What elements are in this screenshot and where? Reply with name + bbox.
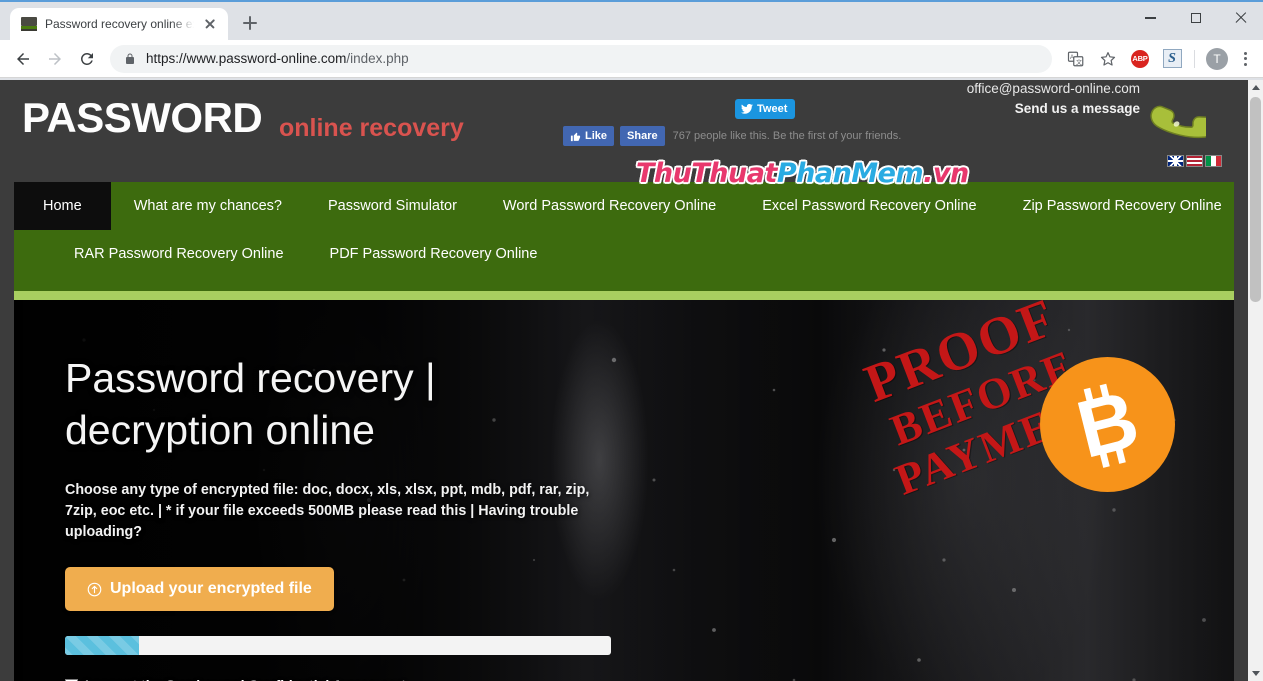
scroll-up-arrow-icon[interactable]	[1248, 80, 1263, 95]
phone-icon	[1148, 93, 1216, 145]
profile-avatar[interactable]: T	[1203, 45, 1231, 73]
kebab-menu-icon[interactable]	[1235, 48, 1255, 70]
contact-email[interactable]: office@password-online.com	[967, 81, 1140, 96]
window-controls	[1128, 2, 1263, 34]
bitcoin-logo-icon: B	[1040, 357, 1175, 492]
close-tab-icon[interactable]	[202, 16, 218, 32]
main-navigation: Home What are my chances? Password Simul…	[14, 182, 1234, 300]
nav-item-pdf-password-recovery[interactable]: PDF Password Recovery Online	[307, 230, 561, 278]
upload-progress-fill	[65, 636, 139, 656]
extension-label: S	[1162, 49, 1182, 68]
page-scrollbar[interactable]	[1248, 80, 1263, 681]
tab-strip: Password recovery online excel, w	[0, 2, 264, 40]
back-icon[interactable]	[8, 44, 38, 74]
toolbar-icons: A 文 ABP S T	[1062, 45, 1255, 73]
minimize-button[interactable]	[1128, 2, 1173, 34]
site-logo-main[interactable]: PASSWORD	[22, 94, 263, 142]
watermark-part-3: .vn	[923, 158, 969, 189]
nav-item-zip-password-recovery[interactable]: Zip Password Recovery Online	[1000, 182, 1245, 230]
address-bar[interactable]: https://www.password-online.com/index.ph…	[110, 44, 1052, 73]
upload-button-label: Upload your encrypted file	[110, 580, 312, 598]
browser-window: Password recovery online excel, w	[0, 0, 1263, 681]
hero-title-line-1: Password recovery |	[65, 355, 436, 401]
tweet-label: Tweet	[757, 103, 788, 115]
adblock-label: ABP	[1131, 49, 1149, 68]
twitter-bird-icon	[741, 104, 753, 114]
flag-en-us-icon[interactable]	[1186, 155, 1203, 167]
contact-info: office@password-online.com Send us a mes…	[967, 80, 1140, 116]
nav-item-word-password-recovery[interactable]: Word Password Recovery Online	[480, 182, 739, 230]
nav-row-1: Home What are my chances? Password Simul…	[14, 182, 1234, 230]
new-tab-button[interactable]	[236, 9, 264, 37]
svg-text:A: A	[1070, 55, 1074, 61]
browser-titlebar: Password recovery online excel, w	[0, 0, 1263, 40]
page-viewport: PASSWORD online recovery Tweet Like Shar…	[0, 80, 1263, 681]
url-text: https://www.password-online.com/index.ph…	[146, 51, 409, 66]
accept-agreement-row[interactable]: I accept the Service and Confidential Ag…	[65, 677, 665, 681]
upload-encrypted-file-button[interactable]: Upload your encrypted file	[65, 567, 334, 612]
watermark-part-1: ThuThuat	[636, 158, 777, 189]
thumbs-up-icon	[570, 132, 581, 141]
flag-it-icon[interactable]	[1205, 155, 1222, 167]
facebook-like-button[interactable]: Like	[563, 126, 615, 146]
facebook-share-button[interactable]: Share	[620, 126, 665, 146]
facebook-like-count: 767 people like this. Be the first of yo…	[672, 130, 902, 142]
lock-icon	[126, 53, 134, 64]
scroll-down-arrow-icon[interactable]	[1248, 666, 1263, 681]
accept-agreement-label: I accept the Service and Confidential Ag…	[85, 677, 406, 681]
maximize-button[interactable]	[1173, 2, 1218, 34]
reload-icon[interactable]	[72, 44, 102, 74]
close-window-button[interactable]	[1218, 2, 1263, 34]
facebook-share-label: Share	[627, 130, 658, 142]
s-extension-icon[interactable]: S	[1158, 45, 1186, 73]
url-host: password-online.com	[218, 51, 347, 66]
site-header: PASSWORD online recovery Tweet Like Shar…	[0, 80, 1248, 182]
upload-arrow-icon	[87, 582, 102, 597]
facebook-like-label: Like	[585, 130, 608, 142]
translate-icon[interactable]: A 文	[1062, 45, 1090, 73]
url-path: /index.php	[346, 51, 409, 66]
flag-en-gb-icon[interactable]	[1167, 155, 1184, 167]
site-logo-tagline: online recovery	[279, 114, 464, 142]
website-content: PASSWORD online recovery Tweet Like Shar…	[0, 80, 1248, 681]
language-flags	[1167, 155, 1222, 167]
send-message-link[interactable]: Send us a message	[967, 101, 1140, 116]
nav-row-2: RAR Password Recovery Online PDF Passwor…	[14, 230, 1234, 292]
scrollbar-thumb[interactable]	[1250, 97, 1261, 302]
nav-item-excel-password-recovery[interactable]: Excel Password Recovery Online	[739, 182, 999, 230]
browser-tab[interactable]: Password recovery online excel, w	[10, 8, 228, 40]
hero-section: Password recovery | decryption online Ch…	[14, 300, 1234, 681]
url-origin: https://www.	[146, 51, 219, 66]
nav-item-home[interactable]: Home	[14, 182, 111, 230]
nav-left-spacer-2	[14, 230, 51, 278]
avatar-initial: T	[1206, 47, 1228, 70]
watermark-part-2: PhanMem	[776, 158, 924, 189]
nav-item-rar-password-recovery[interactable]: RAR Password Recovery Online	[51, 230, 307, 278]
nav-item-what-are-my-chances[interactable]: What are my chances?	[111, 182, 305, 230]
hero-title-line-2: decryption online	[65, 407, 375, 454]
nav-item-password-simulator[interactable]: Password Simulator	[305, 182, 480, 230]
toolbar-divider	[1194, 49, 1195, 68]
tweet-button[interactable]: Tweet	[735, 99, 796, 119]
watermark-overlay: ThuThuatPhanMem.vn	[636, 158, 969, 189]
tab-favicon-icon	[21, 16, 37, 32]
bookmark-star-icon[interactable]	[1094, 45, 1122, 73]
tab-title: Password recovery online excel, w	[45, 17, 194, 31]
hero-content: Password recovery | decryption online Ch…	[65, 352, 665, 681]
adblock-plus-icon[interactable]: ABP	[1126, 45, 1154, 73]
browser-toolbar: https://www.password-online.com/index.ph…	[0, 40, 1263, 78]
hero-title: Password recovery | decryption online	[65, 352, 665, 456]
upload-progress-bar	[65, 636, 611, 656]
hero-description: Choose any type of encrypted file: doc, …	[65, 482, 590, 540]
facebook-widgets: Like Share 767 people like this. Be the …	[563, 126, 901, 146]
forward-icon[interactable]	[40, 44, 70, 74]
